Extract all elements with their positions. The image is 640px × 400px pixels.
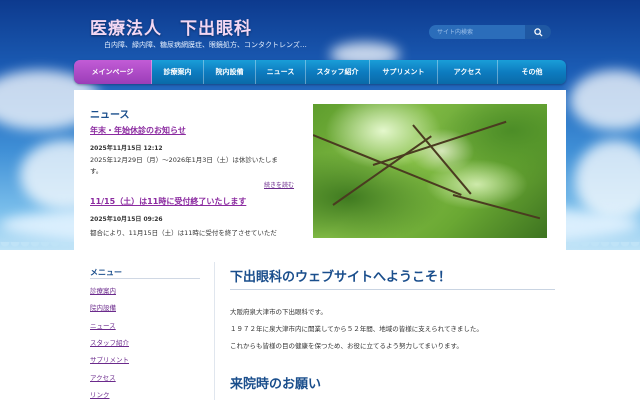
sidebar-link-staff[interactable]: スタッフ紹介 <box>90 337 129 347</box>
read-more-link[interactable]: 続きを読む <box>264 180 294 189</box>
sidebar-divider <box>90 278 200 279</box>
welcome-heading: 下出眼科のウェブサイトへようこそ！ <box>230 270 452 285</box>
nav-item-facilities[interactable]: 院内設備 <box>204 60 256 84</box>
welcome-divider <box>230 289 555 290</box>
nav-item-clinic-info[interactable]: 診療案内 <box>152 60 204 84</box>
news-item-title[interactable]: 年末・年始休診のお知らせ <box>90 125 186 136</box>
visit-request-heading: 来院時のお願い <box>230 377 322 392</box>
welcome-paragraph: 大阪府泉大津市の下出眼科です。 <box>230 308 327 316</box>
search-icon <box>533 27 543 37</box>
column-divider <box>214 262 215 400</box>
main-nav: メインページ 診療案内 院内設備 ニュース スタッフ紹介 サプリメント アクセス… <box>74 60 566 84</box>
sidebar-link-access[interactable]: アクセス <box>90 372 116 382</box>
search-box <box>429 25 551 39</box>
nav-item-staff[interactable]: スタッフ紹介 <box>306 60 370 84</box>
sidebar-link-links[interactable]: リンク <box>90 389 110 399</box>
search-button[interactable] <box>525 25 551 39</box>
search-input[interactable] <box>429 25 525 39</box>
news-item-body: 2025年12月29日（月）〜2026年1月3日（土）は休診いたします。 <box>90 156 278 175</box>
nav-item-main[interactable]: メインページ <box>74 60 152 84</box>
news-item-title[interactable]: 11/15（土）は11時に受付終了いたします <box>90 196 246 207</box>
branch-decoration <box>332 135 432 206</box>
nav-item-supplements[interactable]: サプリメント <box>370 60 438 84</box>
news-item-body: 都合により、11月15日（土）は11時に受付を終了させていただ <box>90 229 277 237</box>
sidebar-link-news[interactable]: ニュース <box>90 320 116 330</box>
sidebar-link-clinic-info[interactable]: 診療案内 <box>90 285 116 295</box>
sidebar-link-supplements[interactable]: サプリメント <box>90 354 129 364</box>
sidebar-link-facilities[interactable]: 院内設備 <box>90 302 116 312</box>
news-item-date: 2025年10月15日 09:26 <box>90 216 163 223</box>
welcome-paragraph: １９７２年に泉大津市内に開業してから５２年間、地域の皆様に支えられてきました。 <box>230 325 483 333</box>
news-item-date: 2025年11月15日 12:12 <box>90 145 163 152</box>
branch-decoration <box>452 194 541 220</box>
nav-item-other[interactable]: その他 <box>498 60 566 84</box>
site-title[interactable]: 医療法人 下出眼科 <box>90 14 252 39</box>
nav-item-news[interactable]: ニュース <box>256 60 306 84</box>
cloud-decoration <box>575 140 640 220</box>
news-heading: ニュース <box>90 110 130 121</box>
cloud-decoration <box>570 70 640 130</box>
site-subtitle: 白内障、緑内障、糖尿病網膜症、眼鏡処方、コンタクトレンズ… <box>104 41 307 49</box>
welcome-paragraph: これからも皆様の目の健康を保つため、お役に立てるよう努力してまいります。 <box>230 342 463 350</box>
tree-photo <box>313 104 547 238</box>
sidebar-heading: メニュー <box>90 268 122 277</box>
nav-item-access[interactable]: アクセス <box>438 60 498 84</box>
